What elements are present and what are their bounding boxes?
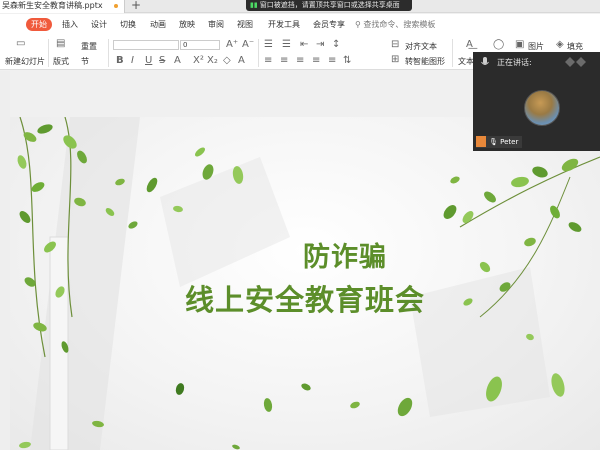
user-icon [476,136,486,147]
clear-format-icon[interactable]: ◇ [223,55,231,66]
speaking-label: 正在讲话: [497,58,532,67]
shrink-font-icon[interactable]: A⁻ [242,39,254,50]
menu-member[interactable]: 会员专享 [313,19,345,30]
video-call-panel[interactable]: 正在讲话: 🎙 Peter [473,52,600,151]
align-text-button[interactable]: 对齐文本 [405,41,437,52]
font-size-select[interactable]: 0 [180,40,220,50]
text-direction-icon[interactable]: ⇅ [343,55,351,66]
layout-button[interactable]: 版式 [53,56,69,67]
menu-design[interactable]: 设计 [91,19,107,30]
fill-button[interactable]: 填充 [567,41,583,52]
section-button[interactable]: 节 [81,56,89,67]
slide-title-line1[interactable]: 防诈骗 [50,235,600,274]
share-warning-text: 窗口被遮挡，请置顶共享窗口或选择共享桌面 [259,1,400,9]
new-slide-icon: ▭ [16,38,26,49]
justify-icon[interactable]: ≡ [312,55,320,66]
text-box-icon: A͟ [466,39,473,50]
align-center-icon[interactable]: ≡ [280,55,288,66]
document-tab-label: 吴森新生安全教育讲稿.pptx [2,1,103,10]
line-spacing-icon[interactable]: ↕ [332,39,340,50]
slide-title-line2[interactable]: 线上安全教育班会 [10,277,600,319]
mic-icon: 🎙 [489,138,498,146]
new-slide-button[interactable]: 新建幻灯片 [5,56,45,67]
decrease-indent-icon[interactable]: ⇤ [300,39,308,50]
picture-icon: ▣ [515,39,525,50]
highlight-icon[interactable]: A [238,55,245,66]
ribbon-divider [48,39,49,67]
reset-button[interactable]: 重置 [81,41,97,52]
signal-icon: ▮▮ [250,1,258,9]
unsaved-dot-icon [114,4,118,8]
search-placeholder: 查找命令、搜索模板 [363,20,436,29]
ribbon-divider [452,39,453,67]
menu-insert[interactable]: 插入 [62,19,78,30]
menu-slideshow[interactable]: 放映 [179,19,195,30]
ribbon-divider [258,39,259,67]
menu-animation[interactable]: 动画 [150,19,166,30]
align-left-icon[interactable]: ≡ [264,55,272,66]
participant-avatar[interactable] [524,90,560,126]
subscript-icon[interactable]: X₂ [207,55,218,66]
participant-name: Peter [500,138,519,146]
ribbon-divider [108,39,109,67]
screen-share-warning-banner: ▮▮ 窗口被遮挡，请置顶共享窗口或选择共享桌面 [246,0,412,11]
smart-art-button[interactable]: 转智能图形 [405,56,445,67]
video-call-header: 正在讲话: [473,52,600,72]
smart-art-icon: ⊞ [391,54,400,65]
fill-icon: ◈ [556,39,564,50]
font-family-select[interactable] [113,40,179,50]
align-right-icon[interactable]: ≡ [296,55,304,66]
microphone-icon [481,57,489,65]
slide-canvas[interactable]: 防诈骗 线上安全教育班会 [10,117,600,450]
presentation-app-window: 吴森新生安全教育讲稿.pptx + ▮▮ 窗口被遮挡，请置顶共享窗口或选择共享桌面… [0,0,600,450]
menu-home[interactable]: 开始 [26,18,52,31]
bold-icon[interactable]: B [116,55,124,66]
align-text-icon: ⊟ [391,39,400,50]
grow-font-icon[interactable]: A⁺ [226,39,238,50]
menu-developer[interactable]: 开发工具 [268,19,300,30]
distribute-icon[interactable]: ≡ [328,55,336,66]
bullet-list-icon[interactable]: ☰ [264,39,273,50]
superscript-icon[interactable]: X² [193,55,204,66]
document-tab[interactable]: 吴森新生安全教育讲稿.pptx [0,0,125,13]
italic-icon[interactable]: I [131,55,134,66]
underline-icon[interactable]: U [145,55,152,66]
numbered-list-icon[interactable]: ☰ [282,39,291,50]
picture-button[interactable]: 图片 [528,41,544,52]
new-tab-button[interactable]: + [131,0,141,12]
text-box-button[interactable]: 文本 [458,56,474,67]
menu-transition[interactable]: 切换 [120,19,136,30]
participant-name-tag: 🎙 Peter [476,136,523,148]
meeting-logo-icon [565,57,586,67]
menu-view[interactable]: 视图 [237,19,253,30]
command-search[interactable]: ⚲ 查找命令、搜索模板 [355,19,435,30]
menu-review[interactable]: 审阅 [208,19,224,30]
slide-thumbnail-strip[interactable] [0,71,10,450]
menu-bar: 开始 插入 设计 切换 动画 放映 审阅 视图 开发工具 会员专享 ⚲ 查找命令… [0,14,600,36]
strikethrough-icon[interactable]: S [159,55,165,66]
font-color-icon[interactable]: A [174,55,181,66]
layout-icon: ▤ [56,38,66,49]
increase-indent-icon[interactable]: ⇥ [316,39,324,50]
shapes-icon[interactable]: ◯ [493,39,504,50]
